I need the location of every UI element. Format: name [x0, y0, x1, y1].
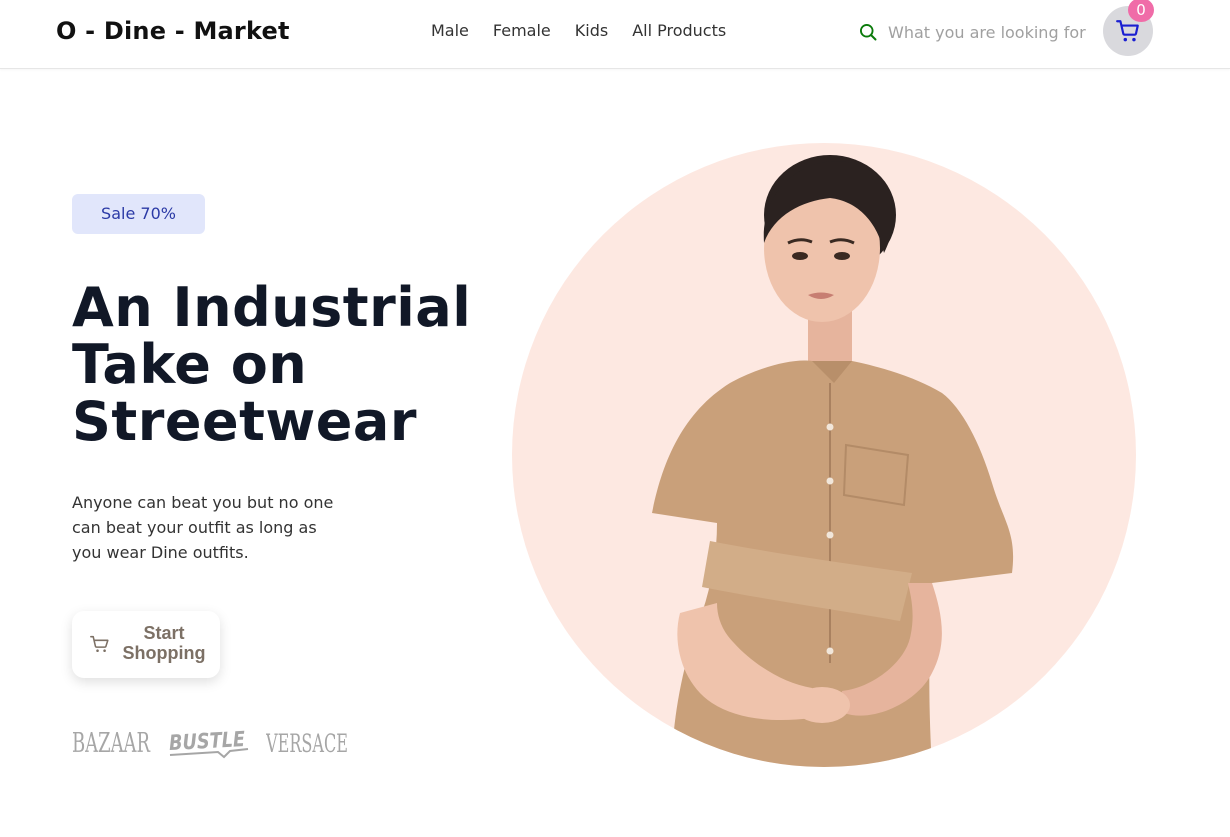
model-illustration: [652, 155, 1014, 767]
headline-line-1: An Industrial: [72, 276, 472, 339]
brand-logos: BAZAAR BUSTLE VERSACE: [72, 722, 366, 760]
bustle-logo: BUSTLE: [168, 727, 249, 759]
bazaar-logo: BAZAAR: [72, 728, 150, 756]
nav-link-all-products[interactable]: All Products: [632, 21, 726, 40]
headline-line-3: Streetwear: [72, 390, 417, 453]
headline-line-2: Take on: [72, 333, 308, 396]
nav-link-kids[interactable]: Kids: [575, 21, 608, 40]
main-nav: Male Female Kids All Products: [431, 21, 750, 40]
nav-link-female[interactable]: Female: [493, 21, 551, 40]
versace-logo: VERSACE: [266, 729, 348, 756]
start-shopping-button[interactable]: Start Shopping: [72, 611, 220, 678]
hero-image: [512, 143, 1136, 767]
sale-badge: Sale 70%: [72, 194, 205, 234]
hero-headline: An Industrial Take on Streetwear: [72, 279, 492, 450]
svg-text:BAZAAR: BAZAAR: [72, 728, 150, 756]
search-bar: [858, 19, 1088, 45]
cart-icon: [1116, 20, 1139, 42]
start-shopping-label: Start Shopping: [122, 623, 206, 663]
site-logo[interactable]: O - Dine - Market: [56, 17, 290, 45]
hero-description: Anyone can beat you but no one can beat …: [72, 493, 334, 562]
svg-text:VERSACE: VERSACE: [266, 729, 348, 756]
nav-link-male[interactable]: Male: [431, 21, 469, 40]
cart-icon: [90, 635, 109, 652]
site-header: O - Dine - Market Male Female Kids All P…: [0, 0, 1230, 69]
search-input[interactable]: [888, 22, 1088, 42]
search-icon[interactable]: [858, 22, 878, 42]
